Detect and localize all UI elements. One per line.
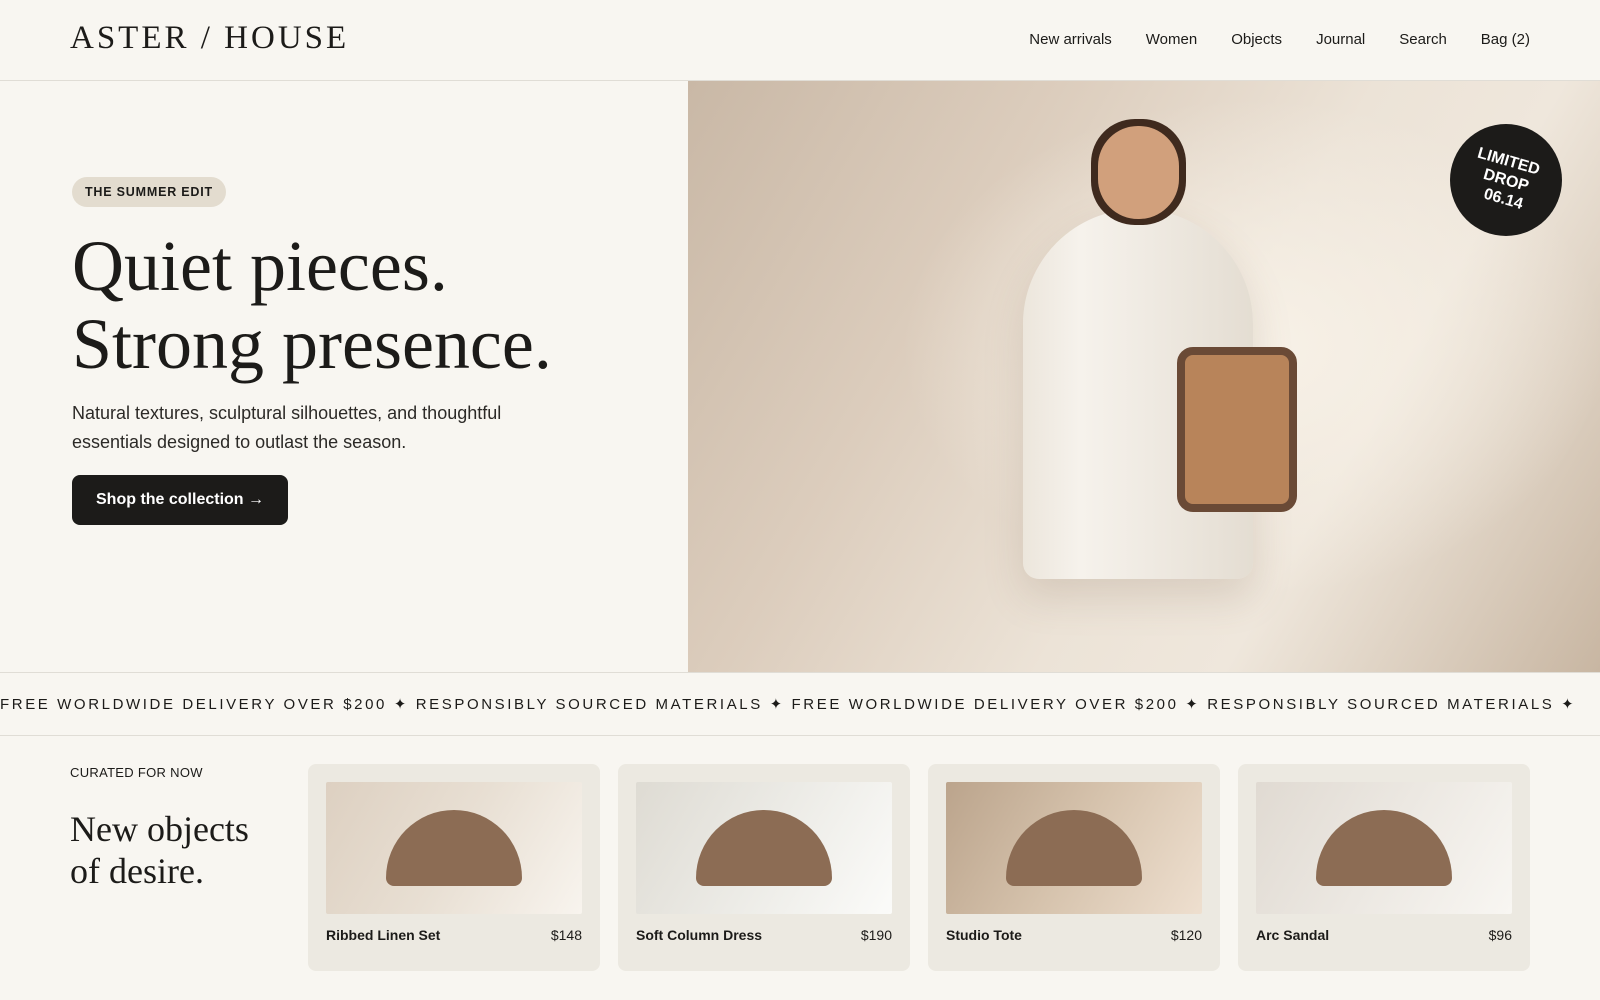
product-card[interactable]: Soft Column Dress $190 (618, 764, 910, 971)
model-bag-illustration (1177, 347, 1297, 512)
product-image[interactable] (1256, 782, 1512, 914)
product-image[interactable] (946, 782, 1202, 914)
announcement-marquee: FREE WORLDWIDE DELIVERY OVER $200 ✦ RESP… (0, 672, 1600, 736)
marquee-text: FREE WORLDWIDE DELIVERY OVER $200 ✦ RESP… (0, 696, 1577, 713)
hero-copy: THE SUMMER EDIT Quiet pieces. Strong pre… (0, 81, 688, 672)
product-image[interactable] (326, 782, 582, 914)
product-shape-illustration (386, 810, 522, 886)
product-price: $190 (860, 927, 892, 943)
product-price: $120 (1170, 927, 1202, 943)
hero-headline: Quiet pieces. Strong presence. (72, 227, 552, 383)
product-grid: Ribbed Linen Set $148 Soft Column Dress … (308, 764, 1530, 971)
nav-bag[interactable]: Bag (2) (1481, 31, 1530, 48)
product-card[interactable]: Studio Tote $120 (928, 764, 1220, 971)
product-price: $96 (1488, 927, 1512, 943)
hero-subtext: Natural textures, sculptural silhouettes… (72, 403, 502, 452)
limited-drop-badge: LIMITED DROP 06.14 (1450, 124, 1562, 236)
hero-headline-line-1: Quiet pieces. (72, 226, 448, 306)
nav-search[interactable]: Search (1399, 31, 1447, 48)
product-name[interactable]: Ribbed Linen Set (326, 927, 440, 943)
product-shape-illustration (1316, 810, 1452, 886)
curated-title-line-2: of desire. (70, 851, 204, 891)
hero-image: LIMITED DROP 06.14 (688, 81, 1600, 672)
product-image[interactable] (636, 782, 892, 914)
brand-logo[interactable]: ASTER / HOUSE (70, 20, 349, 57)
product-card[interactable]: Ribbed Linen Set $148 (308, 764, 600, 971)
product-name[interactable]: Studio Tote (946, 927, 1022, 943)
product-shape-illustration (696, 810, 832, 886)
main-nav: New arrivals Women Objects Journal Searc… (1029, 31, 1530, 48)
product-name[interactable]: Arc Sandal (1256, 927, 1329, 943)
hero-eyebrow-badge: THE SUMMER EDIT (72, 177, 226, 207)
nav-objects[interactable]: Objects (1231, 31, 1282, 48)
curated-title-line-1: New objects (70, 809, 249, 849)
nav-journal[interactable]: Journal (1316, 31, 1365, 48)
curated-title: New objects of desire. (70, 808, 290, 892)
site-header: ASTER / HOUSE New arrivals Women Objects… (0, 0, 1600, 81)
product-price: $148 (550, 927, 582, 943)
nav-new-arrivals[interactable]: New arrivals (1029, 31, 1112, 48)
hero-headline-line-2: Strong presence. (72, 304, 552, 384)
limited-drop-badge-text: LIMITED DROP 06.14 (1462, 144, 1549, 214)
product-name[interactable]: Soft Column Dress (636, 927, 762, 943)
model-face-illustration (1098, 126, 1179, 219)
shop-collection-button[interactable]: Shop the collection → (72, 475, 289, 525)
product-card[interactable]: Arc Sandal $96 (1238, 764, 1530, 971)
nav-women[interactable]: Women (1146, 31, 1197, 48)
product-shape-illustration (1006, 810, 1142, 886)
curated-eyebrow: CURATED FOR NOW (70, 765, 203, 780)
